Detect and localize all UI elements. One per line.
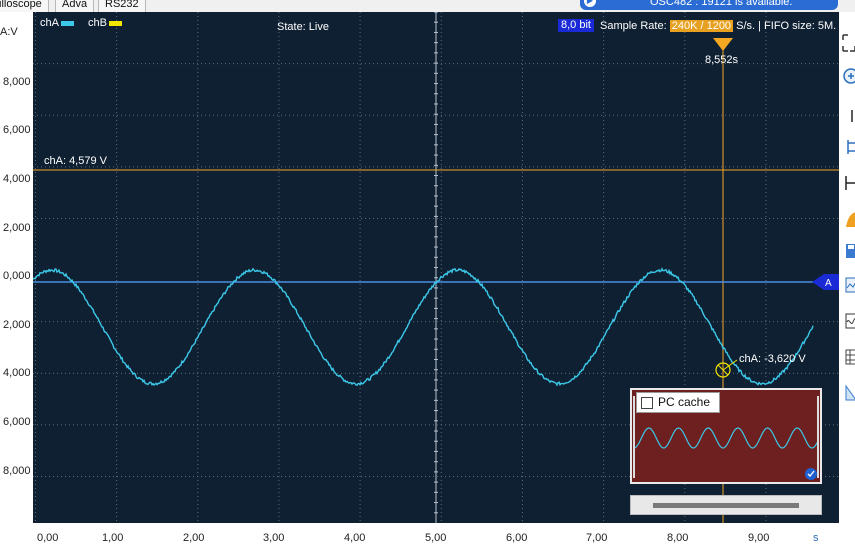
- tab-rs232[interactable]: RS232: [98, 0, 146, 12]
- chA-legend[interactable]: chA: [40, 17, 74, 29]
- chA-swatch: [60, 20, 74, 26]
- chA-waveform: [33, 267, 814, 387]
- pc-cache-checkbox[interactable]: PC cache: [636, 392, 720, 413]
- scope-plot-area[interactable]: A chA chB State: Live 8,0 bit Sample Rat…: [33, 12, 839, 523]
- x-tick-label: 9,00: [748, 532, 770, 544]
- tab-label: Adva: [62, 0, 88, 10]
- x-tick-label: 4,00: [344, 532, 366, 544]
- math-channel-icon[interactable]: [842, 384, 855, 402]
- bit-depth-badge: 8,0 bit: [558, 19, 594, 32]
- pc-cache-label: PC cache: [658, 395, 711, 409]
- y-tick-label: 8,000: [3, 76, 31, 88]
- mini-waveform: [633, 427, 819, 449]
- tab-label: illoscope: [0, 0, 42, 10]
- measure-cursor-icon[interactable]: [842, 138, 855, 156]
- chB-swatch: [108, 20, 122, 26]
- fit-view-icon[interactable]: [842, 34, 855, 52]
- waveform-style-icon[interactable]: [842, 210, 855, 228]
- chB-legend[interactable]: chB: [88, 17, 122, 29]
- y-tick-label: 8,000: [3, 465, 31, 477]
- state-label: State: Live: [277, 21, 329, 33]
- x-tick-label: 6,00: [506, 532, 528, 544]
- tab-label: RS232: [105, 0, 139, 10]
- y-axis: A:V 8,000 6,000 4,000 2,000 0,000 2,000 …: [0, 12, 33, 522]
- y-tick-label: 6,000: [3, 124, 31, 136]
- x-tick-label: 5,00: [425, 532, 447, 544]
- checkbox-icon: [641, 397, 653, 409]
- x-axis-unit: s: [813, 532, 819, 544]
- x-tick-label: 7,00: [586, 532, 608, 544]
- table-view-icon[interactable]: [842, 348, 855, 366]
- update-notice-text: OSC482 : 19121 is available.: [650, 0, 793, 8]
- time-cursor-tool-icon[interactable]: [842, 174, 855, 192]
- tab-strip: illoscope Adva RS232 ▶ OSC482 : 19121 is…: [0, 0, 855, 12]
- sample-rate-info: Sample Rate: 240K / 1200 S/s. | FIFO siz…: [600, 20, 836, 32]
- tab-oscilloscope[interactable]: illoscope: [0, 0, 49, 12]
- y-tick-label: 2,000: [3, 319, 31, 331]
- level-cursor-label: chA: 4,579 V: [44, 155, 107, 167]
- chA-marker-letter: A: [825, 278, 832, 289]
- y-axis-unit: A:V: [0, 26, 18, 38]
- play-icon: ▶: [584, 0, 596, 7]
- sample-rate-prefix: Sample Rate:: [600, 20, 667, 32]
- tab-adva[interactable]: Adva: [55, 0, 95, 12]
- time-cursor-marker-icon[interactable]: [713, 38, 733, 51]
- update-notice[interactable]: ▶ OSC482 : 19121 is available.: [580, 0, 838, 10]
- right-toolbar: [839, 12, 855, 554]
- signal-generator-icon[interactable]: [842, 312, 855, 330]
- time-cursor-label: 8,552s: [705, 54, 739, 66]
- pc-cache-scrollbar[interactable]: [630, 495, 822, 515]
- fifo-size-info: S/s. | FIFO size: 5M.: [736, 20, 837, 32]
- export-chart-icon[interactable]: [842, 276, 855, 294]
- scrollbar-thumb[interactable]: [653, 503, 799, 508]
- x-tick-label: 8,00: [667, 532, 689, 544]
- y-tick-label: 4,000: [3, 367, 31, 379]
- y-tick-label: 4,000: [3, 173, 31, 185]
- x-tick-label: 0,00: [37, 532, 59, 544]
- text-tool-icon[interactable]: [842, 107, 855, 125]
- x-axis: 0,00 1,00 2,00 3,00 4,00 5,00 6,00 7,00 …: [33, 523, 839, 554]
- y-tick-label: 0,000: [3, 270, 31, 282]
- zoom-in-icon[interactable]: [842, 67, 855, 85]
- chA-legend-label: chA: [40, 17, 59, 29]
- x-tick-label: 3,00: [263, 532, 285, 544]
- y-tick-label: 6,000: [3, 416, 31, 428]
- x-tick-label: 2,00: [183, 532, 205, 544]
- x-tick-label: 1,00: [102, 532, 124, 544]
- cursor-point-label: chA: -3,620 V: [739, 353, 806, 365]
- save-icon[interactable]: [842, 242, 855, 260]
- sample-rate-value[interactable]: 240K / 1200: [669, 20, 734, 32]
- chB-legend-label: chB: [88, 17, 107, 29]
- y-tick-label: 2,000: [3, 222, 31, 234]
